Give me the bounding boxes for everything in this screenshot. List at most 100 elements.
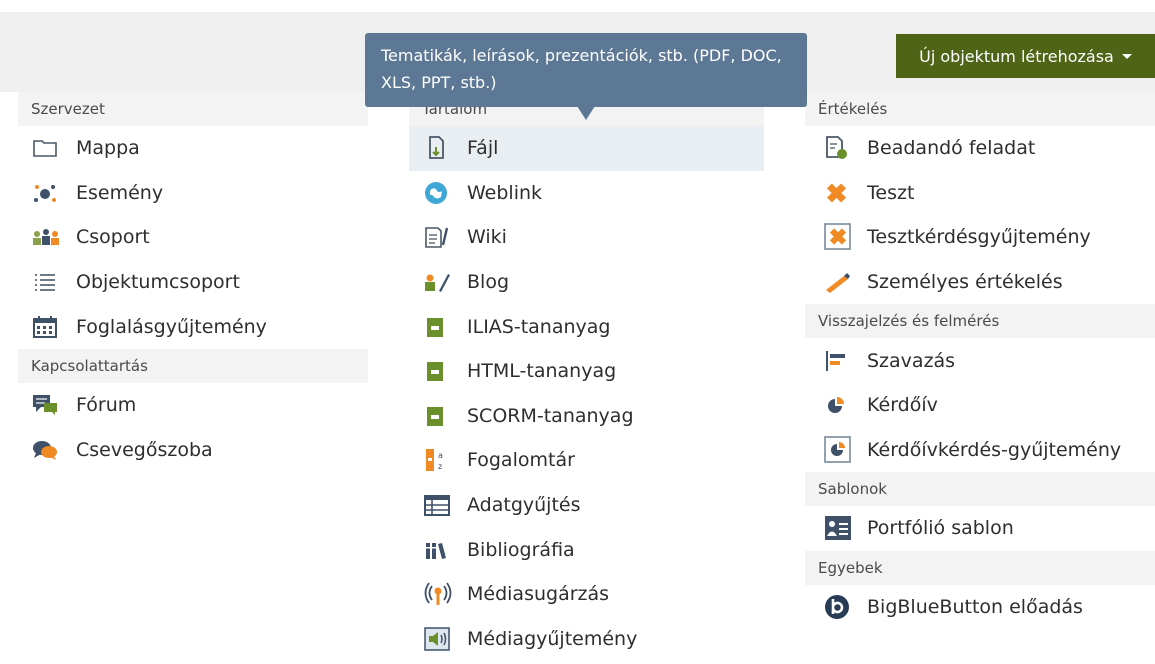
menu-item-label: Objektumcsoport: [76, 271, 240, 294]
personal-evaluation-icon: [823, 269, 853, 295]
menu-item-label: Személyes értékelés: [867, 271, 1063, 294]
section-header-visszajelzes: Visszajelzés és felmérés: [805, 304, 1155, 339]
menu-item-label: Kérdőív: [867, 394, 938, 417]
menu-item-label: Csoport: [76, 226, 150, 249]
section-header-ertekeles: Értékelés: [805, 92, 1155, 126]
media-cast-icon: [423, 581, 453, 607]
menu-item-scorm-tananyag[interactable]: SCORM-tananyag: [409, 394, 764, 439]
menu-column-assessment: Értékelés Beadandó feladat Teszt Tesztké…: [805, 92, 1155, 629]
menu-item-fogalomtar[interactable]: az Fogalomtár: [409, 438, 764, 483]
bigbluebutton-icon: [823, 594, 853, 620]
menu-item-bigbluebutton[interactable]: BigBlueButton előadás: [805, 585, 1155, 630]
menu-item-label: SCORM-tananyag: [467, 404, 634, 427]
html-module-icon: [423, 358, 453, 384]
forum-icon: [32, 392, 62, 418]
menu-item-label: Fórum: [76, 394, 137, 417]
portfolio-template-icon: [823, 515, 853, 541]
menu-item-mediagyujtemeny[interactable]: Médiagyűjtemény: [409, 617, 764, 662]
menu-item-label: Beadandó feladat: [867, 137, 1036, 160]
menu-item-html-tananyag[interactable]: HTML-tananyag: [409, 349, 764, 394]
exercise-icon: [823, 135, 853, 161]
section-header-egyebek: Egyebek: [805, 550, 1155, 585]
svg-text:z: z: [438, 462, 442, 471]
create-object-button[interactable]: Új objektum létrehozása: [896, 34, 1155, 78]
menu-item-teszt[interactable]: Teszt: [805, 171, 1155, 216]
menu-item-portfolio-sablon[interactable]: Portfólió sablon: [805, 506, 1155, 551]
menu-column-organisation: Szervezet Mappa Esemény Csoport Objektum…: [18, 92, 368, 472]
menu-item-label: Csevegőszoba: [76, 438, 213, 461]
scorm-module-icon: [423, 403, 453, 429]
menu-item-label: Médiagyűjtemény: [467, 627, 638, 650]
question-pool-icon: [823, 223, 853, 251]
menu-item-label: Esemény: [76, 181, 164, 204]
menu-item-label: Bibliográfia: [467, 538, 575, 561]
learning-module-icon: [423, 314, 453, 340]
menu-item-kerdoivkerdes-gyujtemeny[interactable]: Kérdőívkérdés-gyűjtemény: [805, 428, 1155, 473]
svg-text:a: a: [438, 451, 443, 460]
menu-item-label: Kérdőívkérdés-gyűjtemény: [867, 438, 1122, 461]
survey-pool-icon: [823, 436, 853, 463]
test-icon: [823, 180, 853, 206]
glossary-icon: az: [423, 447, 453, 473]
menu-item-weblink[interactable]: Weblink: [409, 171, 764, 216]
blog-icon: [423, 269, 453, 295]
file-item-tooltip: Tematikák, leírások, prezentációk, stb. …: [365, 33, 807, 120]
menu-item-esemeny[interactable]: Esemény: [18, 171, 368, 216]
bibliography-icon: [423, 537, 453, 563]
menu-item-ilias-tananyag[interactable]: ILIAS-tananyag: [409, 304, 764, 349]
menu-item-label: Tesztkérdésgyűjtemény: [867, 226, 1091, 249]
menu-item-fajl[interactable]: Fájl: [409, 126, 764, 171]
menu-item-szemelyes-ertekeles[interactable]: Személyes értékelés: [805, 260, 1155, 305]
menu-item-label: BigBlueButton előadás: [867, 596, 1083, 619]
menu-item-csevegoszoba[interactable]: Csevegőszoba: [18, 428, 368, 473]
menu-item-wiki[interactable]: Wiki: [409, 215, 764, 260]
section-header-kapcsolattartas: Kapcsolattartás: [18, 348, 368, 383]
weblink-icon: [423, 180, 453, 206]
chat-icon: [32, 437, 62, 463]
list-icon: [32, 269, 62, 295]
menu-item-csoport[interactable]: Csoport: [18, 215, 368, 260]
menu-item-foglalasgyujtemeny[interactable]: Foglalásgyűjtemény: [18, 304, 368, 349]
section-header-sablonok: Sablonok: [805, 472, 1155, 507]
file-icon: [423, 135, 453, 161]
menu-item-label: Szavazás: [867, 349, 956, 372]
menu-item-kerdoiv[interactable]: Kérdőív: [805, 383, 1155, 428]
survey-icon: [823, 392, 853, 418]
menu-item-adatgyujtes[interactable]: Adatgyűjtés: [409, 483, 764, 528]
menu-item-label: Portfólió sablon: [867, 517, 1014, 540]
menu-item-beadando-feladat[interactable]: Beadandó feladat: [805, 126, 1155, 171]
menu-item-tesztkerdesgyujtemeny[interactable]: Tesztkérdésgyűjtemény: [805, 215, 1155, 260]
menu-item-label: Fogalomtár: [467, 449, 575, 472]
menu-item-label: Mappa: [76, 137, 140, 160]
menu-item-label: Wiki: [467, 226, 507, 249]
wiki-icon: [423, 224, 453, 250]
calendar-icon: [32, 314, 62, 340]
section-header-szervezet: Szervezet: [18, 92, 368, 126]
menu-item-label: Foglalásgyűjtemény: [76, 315, 267, 338]
menu-item-label: Blog: [467, 271, 509, 294]
menu-item-szavazas[interactable]: Szavazás: [805, 338, 1155, 383]
caret-down-icon: [1121, 53, 1132, 59]
menu-column-content: Tartalom Fájl Weblink Wiki Blog ILIAS-ta…: [409, 92, 764, 661]
create-object-menu: Szervezet Mappa Esemény Csoport Objektum…: [0, 92, 1155, 664]
group-icon: [32, 224, 62, 250]
data-collection-icon: [423, 492, 453, 518]
menu-item-forum[interactable]: Fórum: [18, 383, 368, 428]
menu-item-label: Adatgyűjtés: [467, 494, 581, 517]
menu-item-blog[interactable]: Blog: [409, 260, 764, 305]
create-object-label: Új objektum létrehozása: [919, 46, 1114, 66]
menu-item-label: Fájl: [467, 137, 499, 160]
menu-item-objektumcsoport[interactable]: Objektumcsoport: [18, 260, 368, 305]
top-strip: [0, 0, 1155, 12]
menu-item-mediasugarzas[interactable]: Médiasugárzás: [409, 572, 764, 617]
folder-icon: [32, 135, 62, 161]
menu-item-label: HTML-tananyag: [467, 360, 617, 383]
menu-item-label: ILIAS-tananyag: [467, 315, 611, 338]
menu-item-label: Weblink: [467, 181, 543, 204]
menu-item-mappa[interactable]: Mappa: [18, 126, 368, 171]
menu-item-bibliografia[interactable]: Bibliográfia: [409, 527, 764, 572]
media-pool-icon: [423, 626, 453, 652]
event-icon: [32, 180, 62, 206]
poll-icon: [823, 348, 853, 374]
menu-item-label: Médiasugárzás: [467, 583, 610, 606]
